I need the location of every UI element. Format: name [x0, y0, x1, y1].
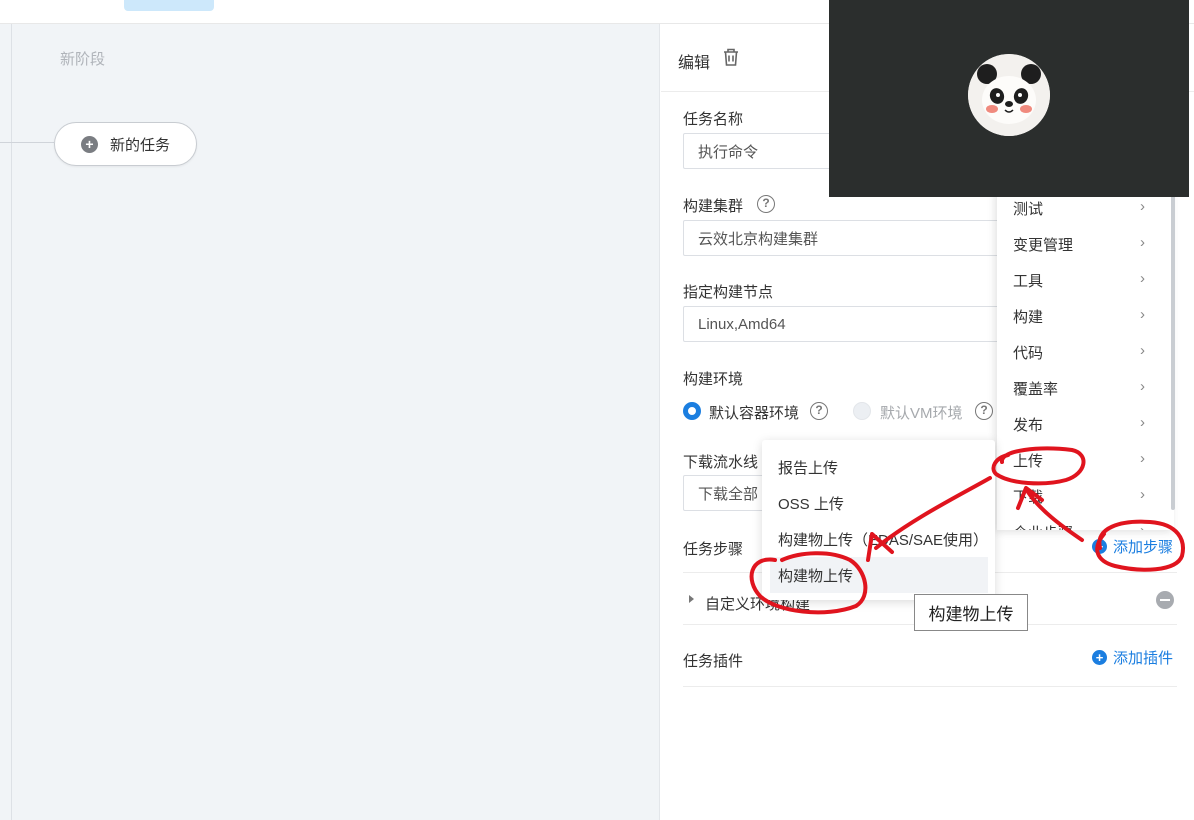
- panda-avatar: [968, 54, 1050, 136]
- menu-item-code[interactable]: 代码 ›: [997, 334, 1174, 370]
- menu-item-upload[interactable]: 上传 ›: [997, 442, 1174, 478]
- env-option-container-label[interactable]: 默认容器环境: [709, 402, 799, 423]
- chevron-right-icon: ›: [1140, 234, 1145, 251]
- radio-vm-env[interactable]: [853, 402, 871, 420]
- env-option-vm-label[interactable]: 默认VM环境: [880, 402, 963, 423]
- help-icon[interactable]: ?: [757, 195, 775, 213]
- menu-item-build[interactable]: 构建 ›: [997, 298, 1174, 334]
- add-step-label: 添加步骤: [1113, 539, 1174, 556]
- divider: [683, 686, 1177, 687]
- build-node-label: 指定构建节点: [683, 284, 774, 301]
- download-label: 下载流水线: [683, 454, 759, 471]
- tooltip: 构建物上传: [914, 594, 1028, 631]
- chevron-right-icon: ›: [1140, 378, 1145, 395]
- caret-right-icon[interactable]: [689, 595, 694, 603]
- plus-icon: +: [1092, 650, 1107, 665]
- build-cluster-label: 构建集群: [683, 198, 744, 215]
- task-name-label: 任务名称: [683, 111, 744, 128]
- menu-item-tools[interactable]: 工具 ›: [997, 262, 1174, 298]
- stage-title[interactable]: 新阶段: [60, 48, 105, 69]
- add-step-button[interactable]: + 添加步骤: [1092, 536, 1173, 557]
- plus-icon: +: [81, 135, 98, 153]
- menu-item-coverage[interactable]: 覆盖率 ›: [997, 370, 1174, 406]
- build-node-select[interactable]: Linux,Amd64: [683, 306, 1003, 342]
- build-env-label: 构建环境: [683, 371, 744, 388]
- remove-step-icon[interactable]: [1156, 591, 1174, 609]
- menu-scrollbar[interactable]: [1171, 190, 1175, 510]
- sub-menu-item-artifact-upload[interactable]: 构建物上传: [770, 557, 988, 593]
- sub-menu-item-report-upload[interactable]: 报告上传: [770, 449, 988, 485]
- build-cluster-select[interactable]: 云效北京构建集群: [683, 220, 1003, 256]
- upload-sub-menu: 报告上传 OSS 上传 构建物上传（EDAS/SAE使用） 构建物上传: [762, 440, 995, 600]
- plus-icon: +: [1092, 539, 1107, 554]
- help-icon[interactable]: ?: [975, 402, 993, 420]
- chevron-right-icon: ›: [1140, 486, 1145, 503]
- menu-item-change-management[interactable]: 变更管理 ›: [997, 226, 1174, 262]
- new-task-label: 新的任务: [110, 136, 171, 154]
- sub-menu-item-oss-upload[interactable]: OSS 上传: [770, 485, 988, 521]
- chevron-right-icon: ›: [1140, 450, 1145, 467]
- chevron-right-icon: ›: [1140, 414, 1145, 431]
- chevron-right-icon: ›: [1140, 198, 1145, 215]
- trash-icon[interactable]: [722, 47, 740, 72]
- radio-container-env[interactable]: [683, 402, 701, 420]
- add-plugin-button[interactable]: + 添加插件: [1092, 647, 1173, 668]
- menu-item-enterprise-steps[interactable]: 企业步骤›: [997, 514, 1174, 530]
- sub-menu-item-artifact-upload-edas[interactable]: 构建物上传（EDAS/SAE使用）: [770, 521, 988, 557]
- stage-connector-line: [0, 142, 54, 143]
- menu-item-deploy[interactable]: 发布 ›: [997, 406, 1174, 442]
- new-task-button[interactable]: + 新的任务: [54, 122, 197, 166]
- help-icon[interactable]: ?: [810, 402, 828, 420]
- video-overlay: [829, 0, 1189, 197]
- step-category-menu: 测试› 变更管理› 工具› 构建› 代码› 覆盖率› 发布› 上传› 下载› 企…: [997, 190, 1174, 530]
- task-steps-label: 任务步骤: [683, 541, 744, 558]
- pipeline-canvas: 新阶段 + 新的任务: [0, 24, 660, 820]
- chevron-right-icon: ›: [1140, 522, 1145, 530]
- active-top-tab[interactable]: [124, 0, 214, 11]
- menu-item-download[interactable]: 下载 ›: [997, 478, 1174, 514]
- download-select[interactable]: 下载全部: [683, 475, 773, 511]
- add-plugin-label: 添加插件: [1113, 650, 1174, 667]
- chevron-right-icon: ›: [1140, 270, 1145, 287]
- chevron-right-icon: ›: [1140, 342, 1145, 359]
- task-plugins-label: 任务插件: [683, 653, 744, 670]
- chevron-right-icon: ›: [1140, 306, 1145, 323]
- stage-divider: [11, 24, 12, 820]
- panel-title: 编辑: [678, 55, 711, 72]
